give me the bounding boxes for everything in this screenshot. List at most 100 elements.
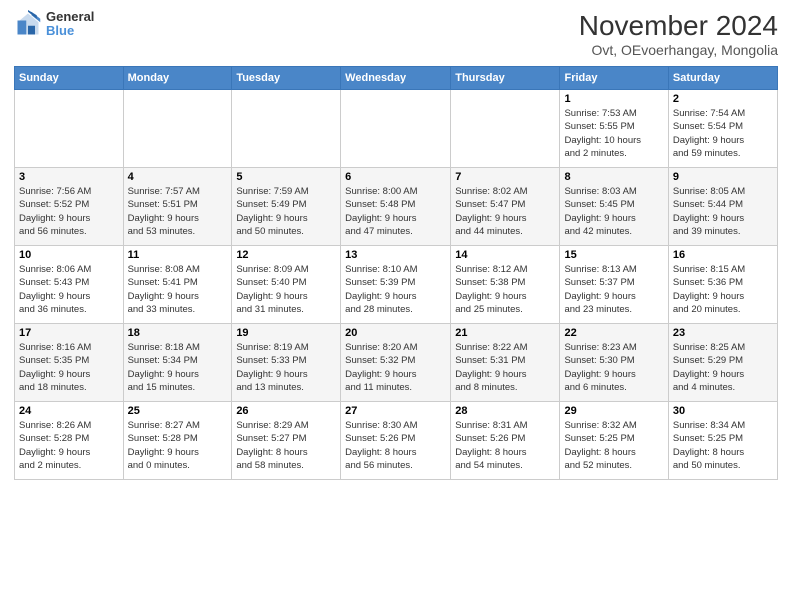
day-cell <box>232 90 341 168</box>
day-info: Sunrise: 8:20 AM Sunset: 5:32 PM Dayligh… <box>345 341 446 394</box>
day-cell: 27 Sunrise: 8:30 AM Sunset: 5:26 PM Dayli… <box>341 402 451 480</box>
day-info: Sunrise: 7:53 AM Sunset: 5:55 PM Dayligh… <box>564 107 663 160</box>
title-section: November 2024 Ovt, OEvoerhangay, Mongoli… <box>579 10 778 58</box>
day-cell: 7 Sunrise: 8:02 AM Sunset: 5:47 PM Daylig… <box>451 168 560 246</box>
week-row-2: 10Sunrise: 8:06 AM Sunset: 5:43 PM Dayli… <box>15 246 778 324</box>
day-number: 14 <box>455 249 555 261</box>
day-number: 28 <box>455 405 555 417</box>
day-cell: 23 Sunrise: 8:25 AM Sunset: 5:29 PM Dayli… <box>668 324 777 402</box>
day-cell: 3 Sunrise: 7:56 AM Sunset: 5:52 PM Daylig… <box>15 168 124 246</box>
day-number: 20 <box>345 327 446 339</box>
day-number: 30 <box>673 405 773 417</box>
day-info: Sunrise: 8:15 AM Sunset: 5:36 PM Dayligh… <box>673 263 773 316</box>
day-info: Sunrise: 8:23 AM Sunset: 5:30 PM Dayligh… <box>564 341 663 394</box>
day-number: 22 <box>564 327 663 339</box>
day-info: Sunrise: 8:06 AM Sunset: 5:43 PM Dayligh… <box>19 263 119 316</box>
month-title: November 2024 <box>579 10 778 42</box>
day-number: 16 <box>673 249 773 261</box>
day-cell: 12 Sunrise: 8:09 AM Sunset: 5:40 PM Dayli… <box>232 246 341 324</box>
day-cell: 10Sunrise: 8:06 AM Sunset: 5:43 PM Dayli… <box>15 246 124 324</box>
day-cell: 17 Sunrise: 8:16 AM Sunset: 5:35 PM Dayli… <box>15 324 124 402</box>
day-info: Sunrise: 8:26 AM Sunset: 5:28 PM Dayligh… <box>19 419 119 472</box>
day-info: Sunrise: 8:34 AM Sunset: 5:25 PM Dayligh… <box>673 419 773 472</box>
day-cell: 26Sunrise: 8:29 AM Sunset: 5:27 PM Dayli… <box>232 402 341 480</box>
day-number: 17 <box>19 327 119 339</box>
day-cell: 29Sunrise: 8:32 AM Sunset: 5:25 PM Dayli… <box>560 402 668 480</box>
page: General Blue November 2024 Ovt, OEvoerha… <box>0 0 792 612</box>
day-info: Sunrise: 8:10 AM Sunset: 5:39 PM Dayligh… <box>345 263 446 316</box>
day-number: 27 <box>345 405 446 417</box>
day-info: Sunrise: 7:56 AM Sunset: 5:52 PM Dayligh… <box>19 185 119 238</box>
day-cell: 14 Sunrise: 8:12 AM Sunset: 5:38 PM Dayli… <box>451 246 560 324</box>
day-cell: 30 Sunrise: 8:34 AM Sunset: 5:25 PM Dayli… <box>668 402 777 480</box>
day-cell <box>451 90 560 168</box>
week-row-3: 17 Sunrise: 8:16 AM Sunset: 5:35 PM Dayli… <box>15 324 778 402</box>
day-cell: 20 Sunrise: 8:20 AM Sunset: 5:32 PM Dayli… <box>341 324 451 402</box>
logo-icon <box>14 10 42 38</box>
day-info: Sunrise: 7:59 AM Sunset: 5:49 PM Dayligh… <box>236 185 336 238</box>
day-cell <box>341 90 451 168</box>
day-number: 3 <box>19 171 119 183</box>
day-info: Sunrise: 8:30 AM Sunset: 5:26 PM Dayligh… <box>345 419 446 472</box>
day-info: Sunrise: 8:12 AM Sunset: 5:38 PM Dayligh… <box>455 263 555 316</box>
day-info: Sunrise: 8:08 AM Sunset: 5:41 PM Dayligh… <box>128 263 228 316</box>
day-number: 9 <box>673 171 773 183</box>
day-number: 1 <box>564 93 663 105</box>
day-number: 15 <box>564 249 663 261</box>
day-info: Sunrise: 8:31 AM Sunset: 5:26 PM Dayligh… <box>455 419 555 472</box>
day-cell: 5 Sunrise: 7:59 AM Sunset: 5:49 PM Daylig… <box>232 168 341 246</box>
day-number: 21 <box>455 327 555 339</box>
calendar-table: SundayMondayTuesdayWednesdayThursdayFrid… <box>14 66 778 480</box>
day-number: 8 <box>564 171 663 183</box>
day-cell <box>15 90 124 168</box>
day-cell <box>123 90 232 168</box>
day-number: 5 <box>236 171 336 183</box>
day-info: Sunrise: 8:02 AM Sunset: 5:47 PM Dayligh… <box>455 185 555 238</box>
col-header-thursday: Thursday <box>451 67 560 90</box>
day-number: 11 <box>128 249 228 261</box>
day-number: 2 <box>673 93 773 105</box>
day-cell: 2Sunrise: 7:54 AM Sunset: 5:54 PM Daylig… <box>668 90 777 168</box>
day-cell: 8 Sunrise: 8:03 AM Sunset: 5:45 PM Daylig… <box>560 168 668 246</box>
day-cell: 28 Sunrise: 8:31 AM Sunset: 5:26 PM Dayli… <box>451 402 560 480</box>
day-cell: 22 Sunrise: 8:23 AM Sunset: 5:30 PM Dayli… <box>560 324 668 402</box>
day-info: Sunrise: 8:25 AM Sunset: 5:29 PM Dayligh… <box>673 341 773 394</box>
logo-text: General Blue <box>46 10 94 39</box>
day-cell: 1 Sunrise: 7:53 AM Sunset: 5:55 PM Daylig… <box>560 90 668 168</box>
day-number: 7 <box>455 171 555 183</box>
day-number: 12 <box>236 249 336 261</box>
day-info: Sunrise: 8:09 AM Sunset: 5:40 PM Dayligh… <box>236 263 336 316</box>
col-header-sunday: Sunday <box>15 67 124 90</box>
col-header-tuesday: Tuesday <box>232 67 341 90</box>
day-cell: 9Sunrise: 8:05 AM Sunset: 5:44 PM Daylig… <box>668 168 777 246</box>
day-info: Sunrise: 8:27 AM Sunset: 5:28 PM Dayligh… <box>128 419 228 472</box>
day-cell: 16 Sunrise: 8:15 AM Sunset: 5:36 PM Dayli… <box>668 246 777 324</box>
week-row-1: 3 Sunrise: 7:56 AM Sunset: 5:52 PM Daylig… <box>15 168 778 246</box>
day-cell: 13Sunrise: 8:10 AM Sunset: 5:39 PM Dayli… <box>341 246 451 324</box>
day-info: Sunrise: 8:03 AM Sunset: 5:45 PM Dayligh… <box>564 185 663 238</box>
day-info: Sunrise: 7:57 AM Sunset: 5:51 PM Dayligh… <box>128 185 228 238</box>
day-cell: 25 Sunrise: 8:27 AM Sunset: 5:28 PM Dayli… <box>123 402 232 480</box>
day-info: Sunrise: 8:29 AM Sunset: 5:27 PM Dayligh… <box>236 419 336 472</box>
day-cell: 4 Sunrise: 7:57 AM Sunset: 5:51 PM Daylig… <box>123 168 232 246</box>
logo-line2: Blue <box>46 24 94 38</box>
col-header-wednesday: Wednesday <box>341 67 451 90</box>
day-number: 25 <box>128 405 228 417</box>
day-cell: 18Sunrise: 8:18 AM Sunset: 5:34 PM Dayli… <box>123 324 232 402</box>
day-info: Sunrise: 8:16 AM Sunset: 5:35 PM Dayligh… <box>19 341 119 394</box>
day-number: 6 <box>345 171 446 183</box>
day-cell: 11 Sunrise: 8:08 AM Sunset: 5:41 PM Dayli… <box>123 246 232 324</box>
day-number: 4 <box>128 171 228 183</box>
header: General Blue November 2024 Ovt, OEvoerha… <box>14 10 778 58</box>
day-cell: 15 Sunrise: 8:13 AM Sunset: 5:37 PM Dayli… <box>560 246 668 324</box>
day-cell: 21Sunrise: 8:22 AM Sunset: 5:31 PM Dayli… <box>451 324 560 402</box>
day-info: Sunrise: 8:19 AM Sunset: 5:33 PM Dayligh… <box>236 341 336 394</box>
day-number: 23 <box>673 327 773 339</box>
header-row: SundayMondayTuesdayWednesdayThursdayFrid… <box>15 67 778 90</box>
logo-line1: General <box>46 10 94 24</box>
day-number: 29 <box>564 405 663 417</box>
day-number: 19 <box>236 327 336 339</box>
week-row-4: 24Sunrise: 8:26 AM Sunset: 5:28 PM Dayli… <box>15 402 778 480</box>
subtitle: Ovt, OEvoerhangay, Mongolia <box>579 42 778 58</box>
day-info: Sunrise: 8:13 AM Sunset: 5:37 PM Dayligh… <box>564 263 663 316</box>
